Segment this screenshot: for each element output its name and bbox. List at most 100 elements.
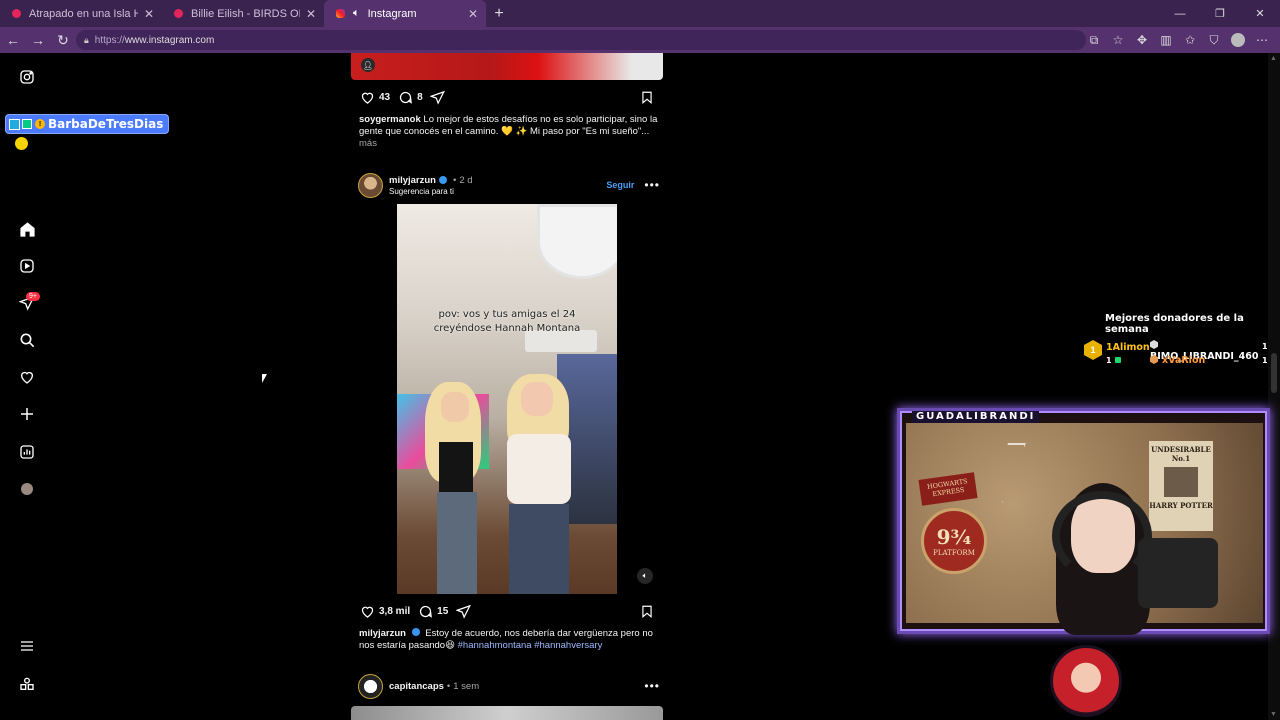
tagged-user-icon[interactable]: 👤︎ bbox=[361, 58, 375, 72]
close-tab-icon[interactable]: ✕ bbox=[468, 7, 478, 21]
scrollbar-thumb[interactable] bbox=[1271, 353, 1277, 393]
search-icon[interactable] bbox=[16, 329, 38, 351]
url-protocol: https:// bbox=[94, 34, 125, 46]
reload-button[interactable]: ↻ bbox=[51, 28, 75, 52]
like-count: 3,8 mil bbox=[379, 605, 411, 617]
bedroom-wall: HOGWARTS EXPRESS 9¾ PLATFORM UNDESIRABLE … bbox=[906, 423, 1263, 635]
shield-icon[interactable]: ⛉ bbox=[1202, 30, 1226, 50]
toolbar-icons: ⧉ ☆ ✥ ▥ ✩ ⛉ ⋯ bbox=[1082, 30, 1274, 50]
scroll-down-icon[interactable]: ▼ bbox=[1270, 711, 1277, 718]
streamer-avatar bbox=[1050, 645, 1122, 717]
heart-icon[interactable] bbox=[16, 366, 38, 388]
close-window-icon[interactable]: ✕ bbox=[1240, 0, 1280, 27]
post-actions: 43 8 bbox=[358, 87, 656, 107]
caption-username[interactable]: soygermanok bbox=[359, 114, 421, 125]
post-caption: milyjarzun Estoy de acuerdo, nos debería… bbox=[359, 628, 659, 652]
back-button[interactable]: ← bbox=[1, 28, 25, 52]
video-frame[interactable]: pov: vos y tus amigas el 24 creyéndose H… bbox=[397, 204, 617, 594]
webcam-frame: HOGWARTS EXPRESS 9¾ PLATFORM UNDESIRABLE … bbox=[897, 408, 1270, 635]
more-link[interactable]: más bbox=[359, 138, 377, 149]
post-username[interactable]: capitancaps bbox=[389, 681, 444, 692]
post-username[interactable]: milyjarzun bbox=[389, 175, 436, 186]
donor-1: 1Alimon bbox=[1106, 342, 1150, 353]
window-controls: — ❐ ✕ bbox=[1160, 0, 1280, 27]
extensions-icon[interactable]: ✥ bbox=[1130, 30, 1154, 50]
avatar[interactable] bbox=[358, 673, 383, 699]
close-tab-icon[interactable]: ✕ bbox=[144, 7, 154, 21]
speaker-icon[interactable]: 🔈︎ bbox=[353, 7, 360, 20]
create-plus-icon[interactable] bbox=[16, 403, 38, 425]
separator-dot: • bbox=[453, 174, 457, 186]
restore-icon[interactable]: ❐ bbox=[1200, 0, 1240, 27]
person-right bbox=[499, 374, 579, 594]
post-age: 1 sem bbox=[453, 680, 480, 692]
verified-badge-icon bbox=[411, 628, 420, 636]
new-tab-button[interactable]: + bbox=[486, 0, 512, 27]
post-video[interactable]: pov: vos y tus amigas el 24 creyéndose H… bbox=[351, 204, 663, 594]
share-icon[interactable] bbox=[454, 602, 472, 620]
profile-avatar-icon[interactable] bbox=[16, 478, 38, 500]
scroll-up-icon[interactable]: ▲ bbox=[1270, 55, 1277, 62]
menu-dots-icon[interactable]: ⋯ bbox=[1250, 30, 1274, 50]
like-count: 43 bbox=[379, 91, 391, 103]
post-image-bottom[interactable] bbox=[351, 706, 663, 720]
tab-1[interactable]: Atrapado en una Isla Hasta que C ✕ bbox=[0, 0, 162, 27]
profile-avatar[interactable] bbox=[1231, 33, 1245, 47]
more-apps-icon[interactable] bbox=[16, 673, 38, 695]
home-icon[interactable] bbox=[16, 218, 38, 240]
emote-icon bbox=[22, 119, 32, 129]
save-icon[interactable] bbox=[638, 88, 656, 106]
favorites-icon[interactable]: ✩ bbox=[1178, 30, 1202, 50]
webcam-title: GUADALIBRANDI bbox=[912, 411, 1040, 423]
menu-icon[interactable] bbox=[16, 635, 38, 657]
url-field[interactable]: 🔒︎ https://www.instagram.com bbox=[76, 30, 1086, 50]
emote-icon bbox=[9, 118, 20, 130]
post-actions: 3,8 mil 15 bbox=[358, 601, 656, 621]
tab-title: Atrapado en una Isla Hasta que C bbox=[29, 7, 138, 20]
avatar[interactable] bbox=[358, 172, 383, 198]
favorite-star-icon[interactable]: ☆ bbox=[1106, 30, 1130, 50]
minimize-icon[interactable]: — bbox=[1160, 0, 1200, 27]
instagram-logo-icon[interactable] bbox=[16, 66, 38, 88]
split-screen-icon[interactable]: ⧉ bbox=[1082, 30, 1106, 50]
hashtags[interactable]: #hannahmontana #hannahversary bbox=[458, 640, 603, 651]
separator-dot: • bbox=[446, 680, 451, 692]
address-bar-row: ← → ↻ 🔒︎ https://www.instagram.com ⧉ ☆ ✥… bbox=[0, 27, 1280, 53]
post-image-top[interactable]: 👤︎ bbox=[351, 53, 663, 80]
more-options-icon[interactable]: ••• bbox=[644, 178, 660, 192]
sidebar-icon[interactable]: ▥ bbox=[1154, 30, 1178, 50]
comment-count: 15 bbox=[437, 605, 449, 617]
reels-icon[interactable] bbox=[16, 255, 38, 277]
pacman-emote-icon bbox=[15, 137, 28, 150]
gold-medal-icon: 1 bbox=[1084, 340, 1102, 360]
url-host: www.instagram.com bbox=[124, 34, 215, 46]
comment-count: 8 bbox=[417, 91, 423, 103]
tab-2[interactable]: Billie Eilish - BIRDS OF A FEATHER ✕ bbox=[162, 0, 324, 27]
hogwarts-express-sign: HOGWARTS EXPRESS bbox=[918, 472, 978, 506]
lock-icon: 🔒︎ bbox=[84, 34, 89, 45]
post-header: milyjarzun • 2 d Sugerencia para ti Segu… bbox=[358, 171, 660, 199]
video-overlay-text: pov: vos y tus amigas el 24 creyéndose H… bbox=[397, 308, 617, 336]
comment-icon[interactable] bbox=[396, 88, 414, 106]
youtube-favicon-icon bbox=[12, 9, 21, 18]
tab-title: Billie Eilish - BIRDS OF A FEATHER bbox=[191, 7, 300, 20]
share-icon[interactable] bbox=[429, 88, 447, 106]
caption-username[interactable]: milyjarzun bbox=[359, 628, 406, 639]
comment-icon[interactable] bbox=[416, 602, 434, 620]
donor-3-count: 1 bbox=[1262, 356, 1268, 365]
lightning-bolt-decor bbox=[999, 443, 1026, 503]
forward-button[interactable]: → bbox=[26, 28, 50, 52]
follow-button[interactable]: Seguir bbox=[606, 180, 634, 190]
like-icon[interactable] bbox=[358, 88, 376, 106]
donor-2-count: 1 bbox=[1262, 342, 1268, 351]
save-icon[interactable] bbox=[638, 602, 656, 620]
tab-instagram[interactable]: 🔈︎ Instagram ✕ bbox=[324, 0, 486, 27]
tab-title: Instagram bbox=[367, 7, 417, 20]
post-meta: capitancaps • 1 sem bbox=[389, 681, 479, 692]
more-options-icon[interactable]: ••• bbox=[644, 679, 660, 693]
close-tab-icon[interactable]: ✕ bbox=[306, 7, 316, 21]
like-icon[interactable] bbox=[358, 602, 376, 620]
mute-icon[interactable]: 🔈︎ bbox=[637, 568, 653, 584]
sidebar-nav: 9+ bbox=[0, 53, 54, 720]
dashboard-icon[interactable] bbox=[16, 441, 38, 463]
